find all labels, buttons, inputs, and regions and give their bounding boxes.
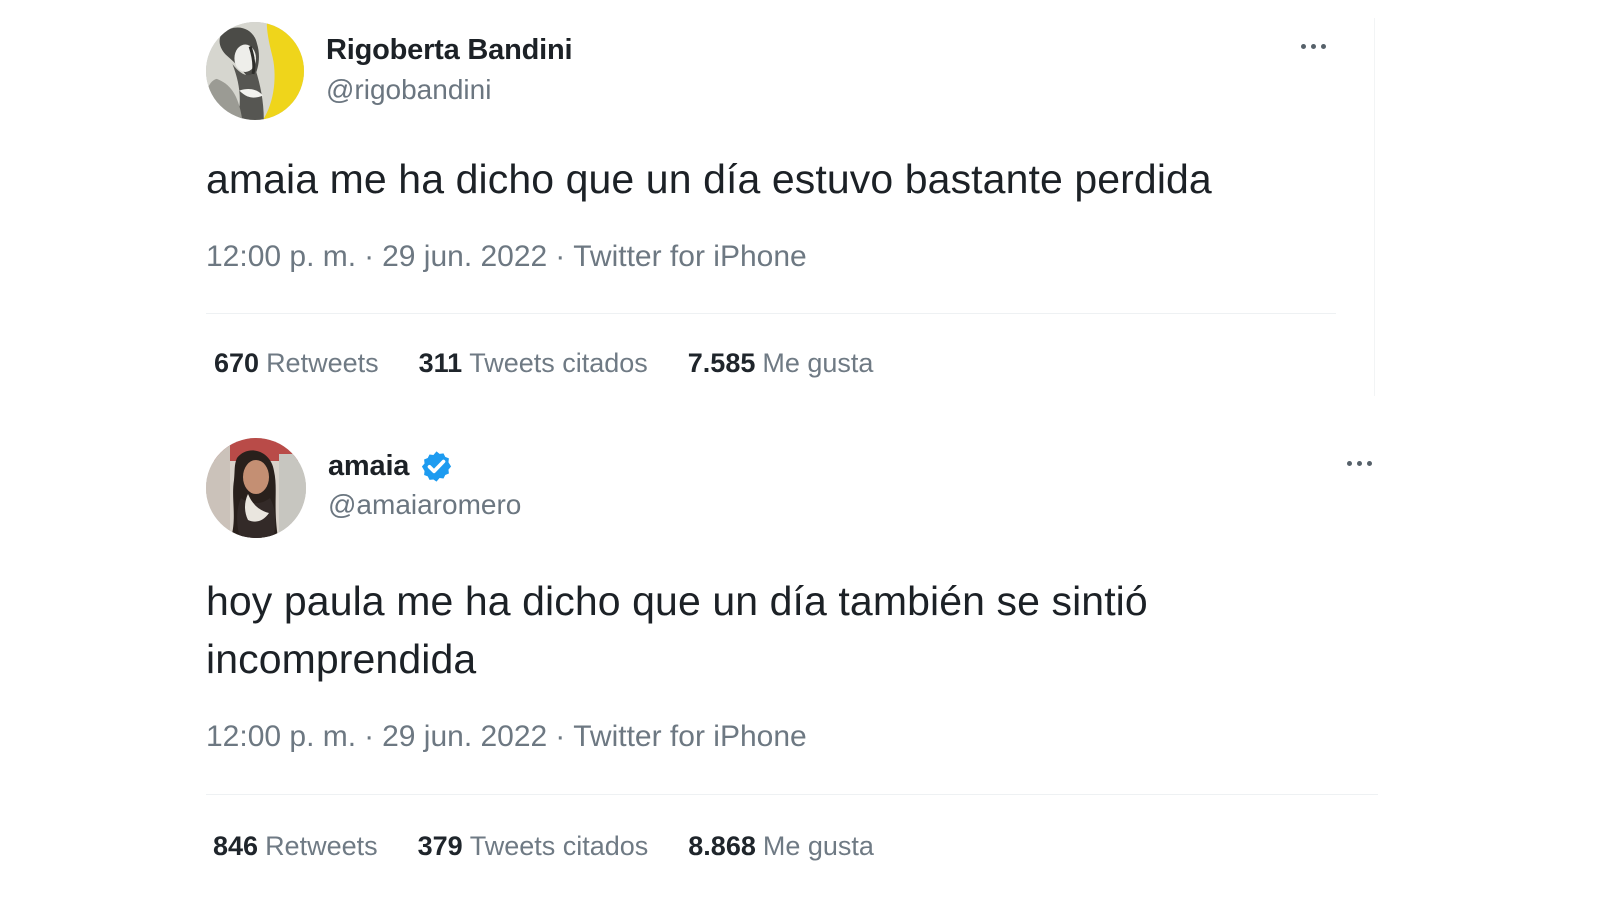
more-options-button[interactable]: [1340, 451, 1378, 475]
quote-tweets-label: Tweets citados: [469, 348, 648, 378]
metadata-separator: ·: [555, 240, 566, 273]
retweets-count: 846: [213, 831, 259, 861]
likes-stat[interactable]: 8.868 Me gusta: [688, 831, 874, 862]
tweet-rigoberta-bandini: Rigoberta Bandini @rigobandini amaia me …: [206, 18, 1375, 396]
tweet-time[interactable]: 12:00 p. m.: [206, 720, 356, 754]
retweets-label: Retweets: [266, 348, 379, 378]
tweet-text: hoy paula me ha dicho que un día también…: [206, 578, 1148, 682]
retweets-stat[interactable]: 846 Retweets: [213, 831, 378, 862]
tweet-text: amaia me ha dicho que un día estuvo bast…: [206, 156, 1212, 202]
author-handle[interactable]: @rigobandini: [326, 74, 491, 106]
more-horizontal-icon: [1346, 460, 1352, 466]
quote-tweets-count: 311: [418, 348, 463, 378]
tweet-source[interactable]: Twitter for iPhone: [573, 720, 806, 754]
tweet-stats: 670 Retweets 311 Tweets citados 7.585 Me gu…: [214, 348, 873, 379]
avatar[interactable]: [206, 22, 304, 120]
more-horizontal-icon: [1300, 43, 1306, 49]
likes-label: Me gusta: [762, 348, 874, 378]
metadata-separator: ·: [555, 720, 566, 753]
likes-count: 8.868: [688, 831, 756, 861]
tweet-author: Rigoberta Bandini @rigobandini: [206, 18, 1374, 120]
name-row: Rigoberta Bandini: [326, 32, 573, 68]
retweets-label: Retweets: [265, 831, 378, 861]
divider: [206, 313, 1336, 314]
tweet-source[interactable]: Twitter for iPhone: [573, 240, 806, 274]
quote-tweets-stat[interactable]: 379 Tweets citados: [418, 831, 649, 862]
name-row: amaia: [328, 448, 454, 484]
tweet-author: amaia @amaiaromero: [206, 436, 1378, 538]
metadata-separator: ·: [364, 720, 375, 753]
tweet-date[interactable]: 29 jun. 2022: [382, 720, 547, 754]
author-name[interactable]: Rigoberta Bandini: [326, 34, 573, 67]
retweets-stat[interactable]: 670 Retweets: [214, 348, 379, 379]
author-handle[interactable]: @amaiaromero: [328, 489, 521, 521]
tweet-stats: 846 Retweets 379 Tweets citados 8.868 Me gu…: [213, 831, 874, 862]
divider: [206, 794, 1378, 795]
likes-count: 7.585: [687, 348, 756, 378]
tweet-time[interactable]: 12:00 p. m.: [206, 240, 356, 274]
tweet-screenshot: Rigoberta Bandini @rigobandini amaia me …: [0, 0, 1600, 900]
avatar[interactable]: [206, 438, 306, 538]
more-horizontal-icon: [1366, 460, 1372, 466]
more-horizontal-icon: [1310, 43, 1316, 49]
likes-stat[interactable]: 7.585 Me gusta: [688, 348, 874, 379]
tweet-date[interactable]: 29 jun. 2022: [382, 240, 547, 274]
more-options-button[interactable]: [1294, 34, 1332, 58]
quote-tweets-label: Tweets citados: [469, 831, 649, 861]
retweets-count: 670: [214, 348, 260, 378]
tweet-amaia: amaia @amaiaromero hoy paula me ha dicho…: [206, 436, 1378, 890]
quote-tweets-count: 379: [417, 831, 463, 861]
author-name[interactable]: amaia: [328, 450, 409, 483]
more-horizontal-icon: [1356, 460, 1362, 466]
more-horizontal-icon: [1320, 43, 1326, 49]
tweet-metadata: 12:00 p. m. · 29 jun. 2022 · Twitter for…: [206, 720, 807, 754]
profile-photo-icon: [206, 438, 306, 538]
quote-tweets-stat[interactable]: 311 Tweets citados: [419, 348, 648, 379]
likes-label: Me gusta: [762, 831, 874, 861]
tweet-metadata: 12:00 p. m. · 29 jun. 2022 · Twitter for…: [206, 240, 807, 274]
metadata-separator: ·: [364, 240, 375, 273]
profile-photo-icon: [206, 22, 304, 120]
verified-badge-icon: [419, 449, 454, 484]
